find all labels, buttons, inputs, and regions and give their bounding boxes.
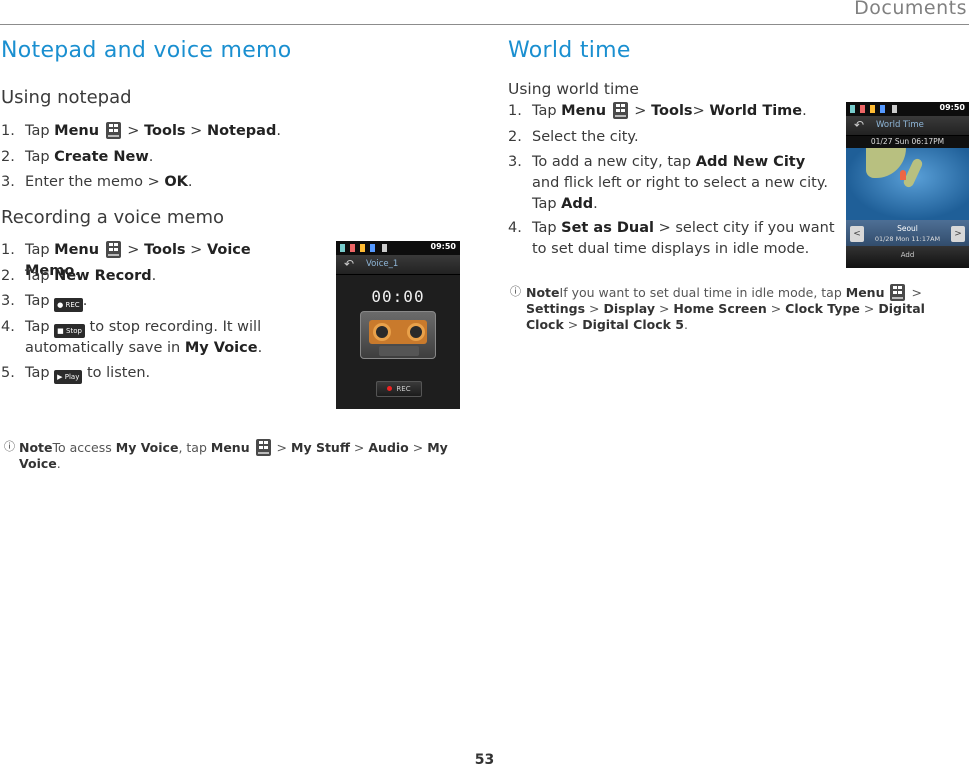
stop-button-icon: ■ Stop xyxy=(54,323,85,338)
list-item: 4. Tap Set as Dual > select city if you … xyxy=(508,220,835,257)
list-item: 2. Tap Create New. xyxy=(1,148,154,165)
list-item: 1. Tap Menu > Tools> World Time. xyxy=(508,102,807,119)
chevron-right-icon: > xyxy=(951,226,965,242)
phone-clock: 09:50 xyxy=(430,242,456,251)
list-item: 4. Tap ■ Stop to stop recording. It will… xyxy=(1,318,263,356)
back-arrow-icon: ↶ xyxy=(344,257,355,271)
record-timer: 00:00 xyxy=(371,287,425,306)
rec-button-icon: ● REC xyxy=(54,298,83,312)
phone-status-bar: 09:50 xyxy=(336,241,460,255)
menu-icon xyxy=(612,102,628,119)
world-time-steps: 1. Tap Menu > Tools> World Time. 2. Sele… xyxy=(508,101,838,260)
back-arrow-icon: ↶ xyxy=(854,118,865,132)
recording-voice-memo-heading: Recording a voice memo xyxy=(1,207,225,228)
world-map xyxy=(846,148,969,220)
voice-memo-steps: 1. Tap Menu > Tools > Voice Memo. 2. Tap… xyxy=(1,240,301,384)
play-button-icon: ▶ Play xyxy=(54,369,83,384)
list-item: 1. Tap Menu > Tools > Voice Memo. xyxy=(1,241,251,279)
section-header: Documents xyxy=(854,0,967,19)
using-world-time-heading: Using world time xyxy=(508,80,639,98)
voice-memo-screenshot: 09:50 ↶ Voice_1 00:00 REC xyxy=(336,241,460,409)
location-pin-icon xyxy=(900,170,906,180)
list-item: 1. Tap Menu > Tools > Notepad. xyxy=(1,122,281,139)
add-softkey: Add xyxy=(846,246,969,268)
world-time-screenshot: 09:50 ↶ World Time 01/27 Sun 06:17PM < S… xyxy=(846,102,969,268)
notepad-steps: 1. Tap Menu > Tools > Notepad. 2. Tap Cr… xyxy=(1,121,301,193)
using-notepad-heading: Using notepad xyxy=(1,87,132,108)
phone-title-bar: ↶ Voice_1 xyxy=(336,255,460,275)
rec-button: REC xyxy=(376,381,422,397)
phone-clock: 09:50 xyxy=(939,103,965,112)
phone-title-bar: ↶ World Time xyxy=(846,116,969,136)
phone-title: World Time xyxy=(876,120,924,130)
list-item: 5. Tap ▶ Play to listen. xyxy=(1,363,301,384)
phone-status-bar: 09:50 xyxy=(846,102,969,116)
world-time-note: ⓘ NoteIf you want to set dual time in id… xyxy=(510,284,925,332)
phone-title: Voice_1 xyxy=(366,259,399,269)
list-item: 2. Select the city. xyxy=(508,128,639,145)
status-icons xyxy=(850,105,910,113)
list-item: 3. To add a new city, tap Add New City a… xyxy=(508,154,828,212)
menu-icon xyxy=(105,241,121,258)
world-time-date: 01/27 Sun 06:17PM xyxy=(846,136,969,148)
cassette-icon xyxy=(360,311,436,359)
page-number: 53 xyxy=(474,752,495,767)
header-rule xyxy=(0,24,969,25)
menu-icon xyxy=(255,439,271,456)
notepad-section-title: Notepad and voice memo xyxy=(1,38,292,63)
menu-icon xyxy=(105,122,121,139)
menu-icon xyxy=(890,284,906,301)
note-icon: ⓘ xyxy=(510,285,521,298)
list-item: 3. Enter the memo > OK. xyxy=(1,174,193,190)
note-icon: ⓘ xyxy=(4,440,15,453)
world-time-section-title: World time xyxy=(508,38,631,63)
status-icons xyxy=(340,244,400,252)
voice-note: ⓘ NoteTo access My Voice, tap Menu > My … xyxy=(4,439,448,471)
list-item: 2. Tap New Record. xyxy=(1,267,157,284)
list-item: 3. Tap ● REC. xyxy=(1,291,301,317)
